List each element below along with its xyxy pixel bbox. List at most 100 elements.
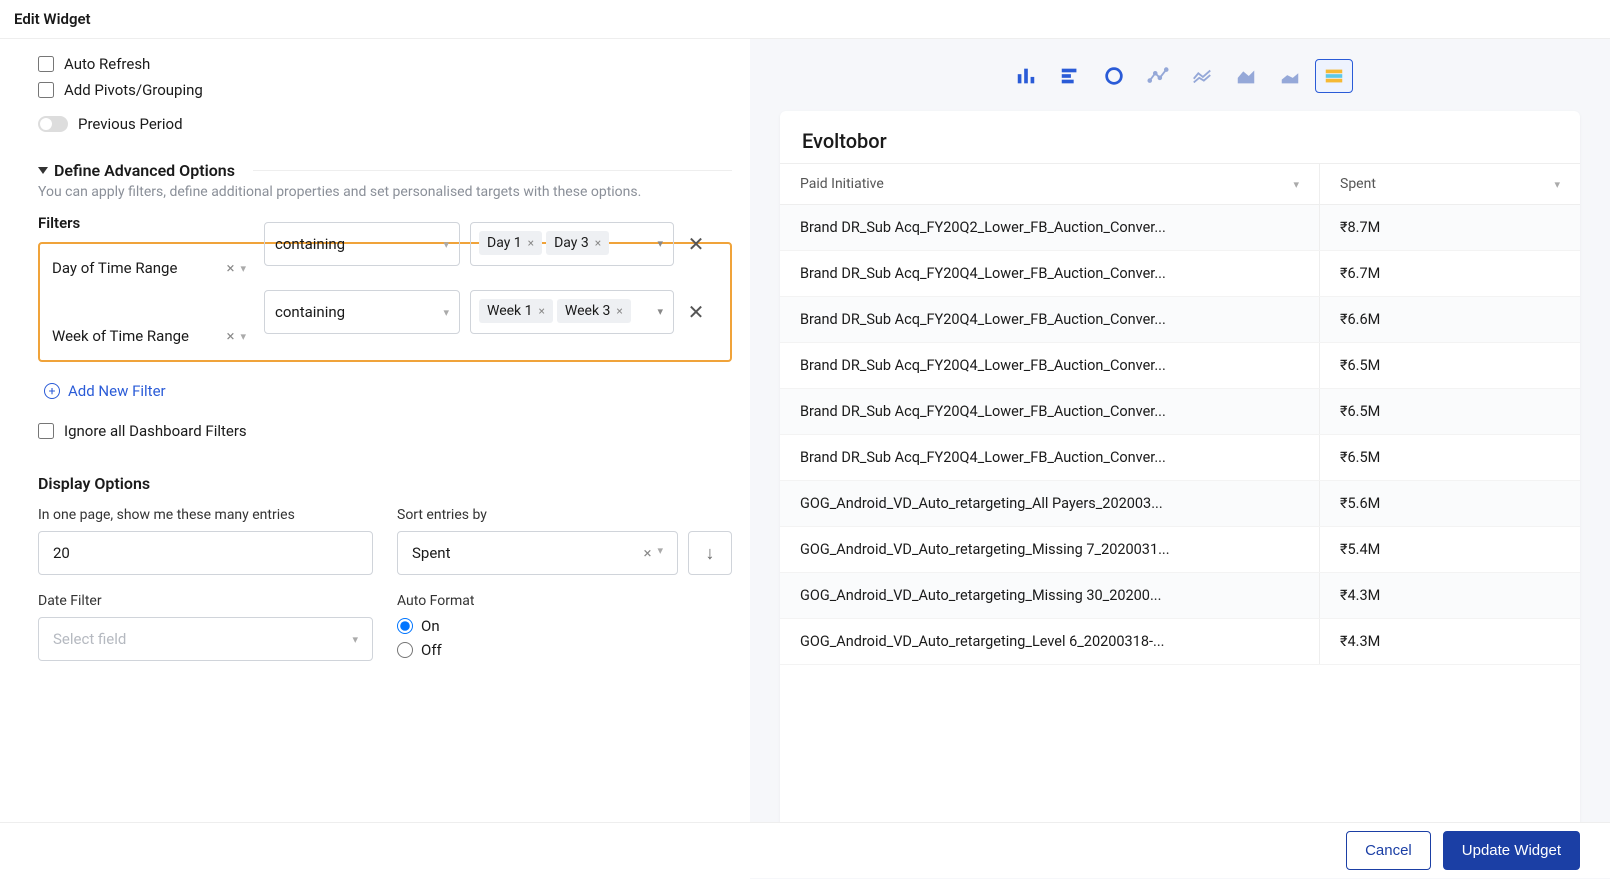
- auto-refresh-checkbox[interactable]: [38, 56, 54, 72]
- filter-op-select-1[interactable]: containing ▾: [264, 222, 460, 266]
- settings-pane: Auto Refresh Add Pivots/Grouping Previou…: [0, 39, 750, 879]
- add-pivots-row[interactable]: Add Pivots/Grouping: [38, 77, 732, 103]
- cell-initiative: GOG_Android_VD_Auto_retargeting_Level 6_…: [780, 619, 1320, 664]
- chevron-down-icon[interactable]: ▾: [657, 305, 663, 318]
- add-filter-button[interactable]: + Add New Filter: [44, 382, 732, 400]
- table-row[interactable]: Brand DR_Sub Acq_FY20Q4_Lower_FB_Auction…: [780, 389, 1580, 435]
- remove-filter-button-2[interactable]: ✕: [684, 290, 708, 324]
- table-chart-icon[interactable]: [1315, 59, 1353, 93]
- autoformat-on-radio[interactable]: [397, 618, 413, 634]
- filter-tag[interactable]: Day 1×: [479, 231, 542, 255]
- cell-spent: ₹6.6M: [1320, 297, 1580, 342]
- page-size-label: In one page, show me these many entries: [38, 507, 373, 523]
- bar-chart-icon[interactable]: [1007, 59, 1045, 93]
- advanced-desc: You can apply filters, define additional…: [38, 184, 732, 200]
- date-filter-select[interactable]: Select field ▾: [38, 617, 373, 661]
- chevron-down-icon[interactable]: ▾: [240, 330, 246, 343]
- cell-spent: ₹5.4M: [1320, 527, 1580, 572]
- remove-filter-button-1[interactable]: ✕: [684, 222, 708, 256]
- update-widget-button[interactable]: Update Widget: [1443, 831, 1580, 870]
- cell-initiative: Brand DR_Sub Acq_FY20Q4_Lower_FB_Auction…: [780, 343, 1320, 388]
- sort-label: Sort entries by: [397, 507, 732, 523]
- filter-tag[interactable]: Day 3×: [546, 231, 609, 255]
- remove-tag-icon[interactable]: ×: [539, 304, 545, 318]
- cell-initiative: Brand DR_Sub Acq_FY20Q4_Lower_FB_Auction…: [780, 251, 1320, 296]
- auto-refresh-row[interactable]: Auto Refresh: [38, 51, 732, 77]
- filter-op-select-2[interactable]: containing ▾: [264, 290, 460, 334]
- cell-initiative: GOG_Android_VD_Auto_retargeting_All Paye…: [780, 481, 1320, 526]
- cell-spent: ₹6.7M: [1320, 251, 1580, 296]
- area-chart-icon[interactable]: [1227, 59, 1265, 93]
- table-row[interactable]: Brand DR_Sub Acq_FY20Q4_Lower_FB_Auction…: [780, 435, 1580, 481]
- chart-type-switcher: [780, 59, 1580, 93]
- footer: Cancel Update Widget: [0, 822, 1610, 878]
- chevron-down-icon[interactable]: ▾: [443, 306, 449, 319]
- autoformat-off-row[interactable]: Off: [397, 641, 732, 659]
- sort-direction-button[interactable]: ↓: [688, 531, 732, 575]
- add-pivots-checkbox[interactable]: [38, 82, 54, 98]
- cell-initiative: Brand DR_Sub Acq_FY20Q4_Lower_FB_Auction…: [780, 297, 1320, 342]
- autoformat-on-row[interactable]: On: [397, 617, 732, 635]
- table-row[interactable]: GOG_Android_VD_Auto_retargeting_Level 6_…: [780, 619, 1580, 665]
- table-row[interactable]: GOG_Android_VD_Auto_retargeting_All Paye…: [780, 481, 1580, 527]
- cancel-button[interactable]: Cancel: [1346, 831, 1431, 870]
- cell-initiative: GOG_Android_VD_Auto_retargeting_Missing …: [780, 573, 1320, 618]
- ignore-filters-row[interactable]: Ignore all Dashboard Filters: [38, 418, 732, 444]
- previous-period-row[interactable]: Previous Period: [38, 103, 732, 139]
- chevron-down-icon[interactable]: ▾: [657, 544, 663, 562]
- date-filter-label: Date Filter: [38, 593, 373, 609]
- chevron-down-icon[interactable]: ▾: [1293, 178, 1299, 191]
- add-pivots-label: Add Pivots/Grouping: [64, 81, 203, 99]
- chevron-down-icon[interactable]: ▾: [352, 633, 358, 646]
- remove-tag-icon[interactable]: ×: [616, 304, 622, 318]
- column-header-spent[interactable]: Spent▾: [1320, 164, 1580, 204]
- ignore-filters-checkbox[interactable]: [38, 423, 54, 439]
- filter-field-select-2[interactable]: Week of Time Range ×▾: [42, 314, 256, 358]
- chevron-down-icon[interactable]: ▾: [240, 262, 246, 275]
- filter-values-1[interactable]: Day 1× Day 3× ▾: [470, 222, 674, 266]
- clear-icon[interactable]: ×: [643, 544, 651, 562]
- line-chart-icon[interactable]: [1139, 59, 1177, 93]
- chevron-down-icon[interactable]: ▾: [443, 238, 449, 251]
- autoformat-label: Auto Format: [397, 593, 732, 609]
- chevron-down-icon[interactable]: ▾: [657, 237, 663, 250]
- table-row[interactable]: Brand DR_Sub Acq_FY20Q4_Lower_FB_Auction…: [780, 251, 1580, 297]
- stacked-area-chart-icon[interactable]: [1271, 59, 1309, 93]
- chevron-down-icon[interactable]: ▾: [1554, 178, 1560, 191]
- plus-icon: +: [44, 383, 60, 399]
- preview-card: Evoltobor Paid Initiative▾ Spent▾ Brand …: [780, 111, 1580, 869]
- cell-spent: ₹6.5M: [1320, 389, 1580, 434]
- clear-icon[interactable]: ×: [226, 259, 234, 277]
- filter-values-2[interactable]: Week 1× Week 3× ▾: [470, 290, 674, 334]
- ignore-filters-label: Ignore all Dashboard Filters: [64, 422, 247, 440]
- autoformat-off-radio[interactable]: [397, 642, 413, 658]
- collapse-icon[interactable]: [38, 167, 48, 174]
- advanced-title: Define Advanced Options: [54, 161, 235, 180]
- cell-spent: ₹8.7M: [1320, 205, 1580, 250]
- filter-field-select-1[interactable]: Day of Time Range ×▾: [42, 246, 256, 290]
- previous-period-label: Previous Period: [78, 115, 183, 133]
- preview-pane: Evoltobor Paid Initiative▾ Spent▾ Brand …: [750, 39, 1610, 879]
- table-header: Paid Initiative▾ Spent▾: [780, 163, 1580, 205]
- donut-chart-icon[interactable]: [1095, 59, 1133, 93]
- table-row[interactable]: Brand DR_Sub Acq_FY20Q4_Lower_FB_Auction…: [780, 343, 1580, 389]
- cell-initiative: GOG_Android_VD_Auto_retargeting_Missing …: [780, 527, 1320, 572]
- table-row[interactable]: GOG_Android_VD_Auto_retargeting_Missing …: [780, 527, 1580, 573]
- cell-spent: ₹5.6M: [1320, 481, 1580, 526]
- page-size-input[interactable]: 20: [38, 531, 373, 575]
- multiline-chart-icon[interactable]: [1183, 59, 1221, 93]
- previous-period-toggle[interactable]: [38, 116, 68, 132]
- preview-title: Evoltobor: [780, 111, 1580, 163]
- table-row[interactable]: Brand DR_Sub Acq_FY20Q4_Lower_FB_Auction…: [780, 297, 1580, 343]
- table-body[interactable]: Brand DR_Sub Acq_FY20Q2_Lower_FB_Auction…: [780, 205, 1580, 869]
- filter-tag[interactable]: Week 3×: [557, 299, 631, 323]
- column-header-initiative[interactable]: Paid Initiative▾: [780, 164, 1320, 204]
- clear-icon[interactable]: ×: [226, 327, 234, 345]
- sort-field-select[interactable]: Spent ×▾: [397, 531, 678, 575]
- table-row[interactable]: Brand DR_Sub Acq_FY20Q2_Lower_FB_Auction…: [780, 205, 1580, 251]
- filter-tag[interactable]: Week 1×: [479, 299, 553, 323]
- remove-tag-icon[interactable]: ×: [595, 236, 601, 250]
- table-row[interactable]: GOG_Android_VD_Auto_retargeting_Missing …: [780, 573, 1580, 619]
- hbar-chart-icon[interactable]: [1051, 59, 1089, 93]
- remove-tag-icon[interactable]: ×: [528, 236, 534, 250]
